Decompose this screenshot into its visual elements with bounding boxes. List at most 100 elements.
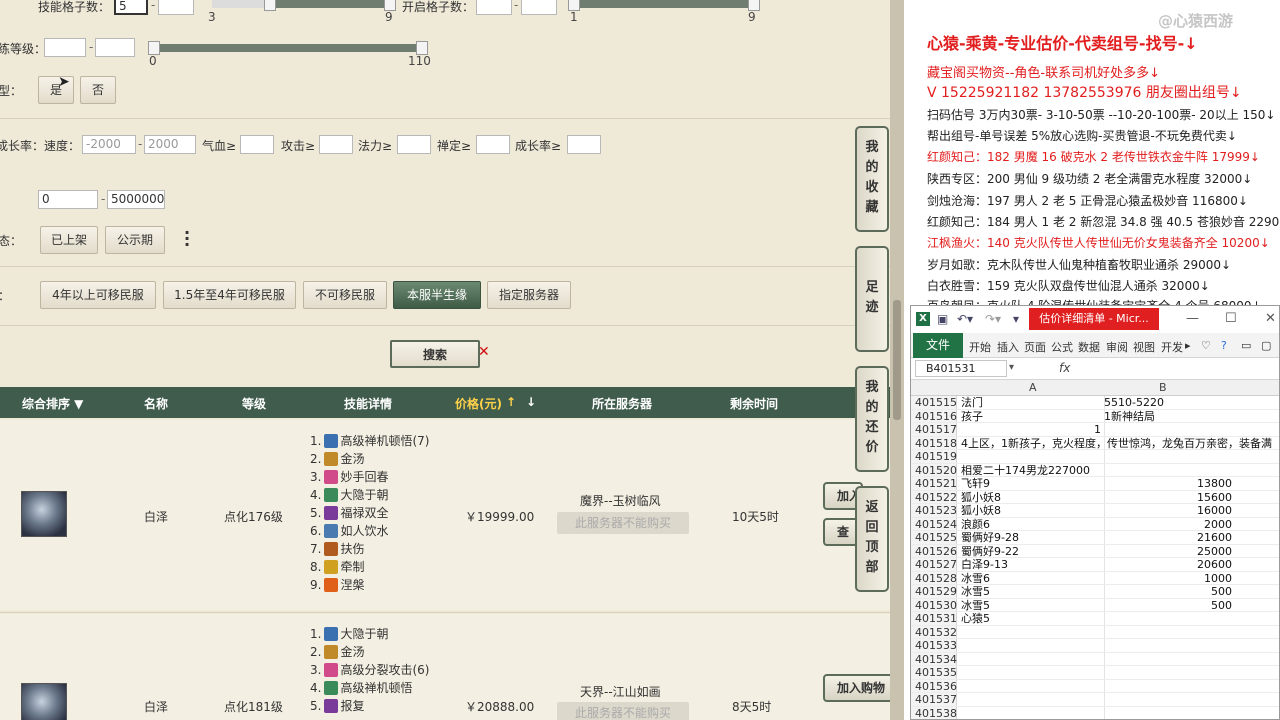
slider-handle-low[interactable] bbox=[264, 0, 276, 11]
skill-icon[interactable] bbox=[324, 699, 339, 713]
speed-min-input[interactable]: -2000 bbox=[82, 135, 136, 154]
cell-a[interactable]: 相爱二十174男龙227000 bbox=[961, 464, 1104, 477]
attack-input[interactable] bbox=[319, 135, 353, 154]
cell-a[interactable]: 浪颜6 bbox=[961, 518, 1104, 531]
skill-icon[interactable] bbox=[324, 452, 339, 466]
cell-a[interactable]: 法门 bbox=[961, 396, 1104, 409]
cell-a[interactable]: 飞轩9 bbox=[961, 477, 1104, 490]
fx-icon[interactable]: fx bbox=[1059, 361, 1070, 375]
tab-formula[interactable]: 公式 bbox=[1051, 339, 1073, 355]
cell-b[interactable]: 15600 bbox=[1104, 491, 1232, 504]
cell-a[interactable]: 蜀俩好9-22 bbox=[961, 545, 1104, 558]
skill-icon[interactable] bbox=[324, 488, 339, 502]
row-number[interactable]: 401531 bbox=[915, 612, 957, 625]
help-icon[interactable]: ? bbox=[1221, 339, 1227, 352]
row-number[interactable]: 401529 bbox=[915, 585, 957, 598]
tab-data[interactable]: 数据 bbox=[1078, 339, 1100, 355]
skill-slots-slider[interactable] bbox=[212, 0, 396, 11]
cell-b[interactable]: 1新神结局 bbox=[1104, 410, 1234, 423]
row-number[interactable]: 401534 bbox=[915, 653, 957, 666]
cell-a[interactable]: 1 bbox=[961, 423, 1101, 436]
magic-input[interactable] bbox=[397, 135, 431, 154]
hp-input[interactable] bbox=[240, 135, 274, 154]
row-number[interactable]: 401532 bbox=[915, 626, 957, 639]
skill-icon[interactable] bbox=[324, 434, 339, 448]
tab-page[interactable]: 页面 bbox=[1024, 339, 1046, 355]
server-option-this[interactable]: 本服半生缘 bbox=[393, 281, 481, 309]
open-slots-min-input[interactable] bbox=[476, 0, 512, 15]
row-number[interactable]: 401538 bbox=[915, 707, 957, 720]
name-box-dropdown-icon[interactable]: ▾ bbox=[1009, 362, 1014, 373]
save-icon[interactable]: ▣ bbox=[937, 312, 948, 326]
row-number[interactable]: 401527 bbox=[915, 558, 957, 571]
row-number[interactable]: 401530 bbox=[915, 599, 957, 612]
window-restore-icon[interactable]: ▢ bbox=[1261, 339, 1271, 352]
row-number[interactable]: 401526 bbox=[915, 545, 957, 558]
skill-icon[interactable] bbox=[324, 542, 339, 556]
tab-view[interactable]: 视图 bbox=[1133, 339, 1155, 355]
speed-max-input[interactable]: 2000 bbox=[144, 135, 196, 154]
row-number[interactable]: 401533 bbox=[915, 639, 957, 652]
tab-insert[interactable]: 插入 bbox=[997, 339, 1019, 355]
growth-rate-input[interactable] bbox=[567, 135, 601, 154]
sort-composite[interactable]: 综合排序 ▼ bbox=[22, 395, 83, 412]
row-number[interactable]: 401523 bbox=[915, 504, 957, 517]
cell-a[interactable]: 冰雪5 bbox=[961, 585, 1104, 598]
cell-b[interactable]: 21600 bbox=[1104, 531, 1232, 544]
name-box[interactable]: B401531 bbox=[915, 360, 1007, 377]
sort-down-icon[interactable]: ↓ bbox=[526, 395, 536, 409]
skill-icon[interactable] bbox=[324, 627, 339, 641]
tab-review[interactable]: 审阅 bbox=[1106, 339, 1128, 355]
level-max-input[interactable] bbox=[95, 38, 135, 57]
page-scrollbar[interactable] bbox=[890, 0, 904, 720]
row-number[interactable]: 401516 bbox=[915, 410, 957, 423]
zen-input[interactable] bbox=[476, 135, 510, 154]
cell-a[interactable]: 狐小妖8 bbox=[961, 491, 1104, 504]
avatar[interactable] bbox=[21, 491, 67, 537]
slider-handle-low[interactable] bbox=[148, 41, 160, 55]
minimize-icon[interactable]: — bbox=[1186, 311, 1199, 326]
server-option-4y[interactable]: 4年以上可移民服 bbox=[40, 281, 156, 309]
row-number[interactable]: 401535 bbox=[915, 666, 957, 679]
tab-favorites[interactable]: 我 的 收 藏 bbox=[855, 126, 889, 232]
avatar[interactable] bbox=[21, 683, 67, 720]
tab-developer[interactable]: 开发 bbox=[1161, 339, 1183, 355]
row-number[interactable]: 401517 bbox=[915, 423, 957, 436]
cell-b[interactable]: 500 bbox=[1104, 585, 1232, 598]
server-option-no-migrate[interactable]: 不可移民服 bbox=[303, 281, 387, 309]
column-a-header[interactable]: A bbox=[1029, 381, 1037, 394]
cell-b[interactable]: 500 bbox=[1104, 599, 1232, 612]
row-number[interactable]: 401528 bbox=[915, 572, 957, 585]
row-number[interactable]: 401525 bbox=[915, 531, 957, 544]
cell-b[interactable]: 5510-5220 bbox=[1104, 396, 1234, 409]
redo-icon[interactable]: ↷▾ bbox=[985, 312, 1001, 326]
skill-slots-max-input[interactable] bbox=[158, 0, 194, 15]
skill-icon[interactable] bbox=[324, 663, 339, 677]
cell-a[interactable]: 狐小妖8 bbox=[961, 504, 1104, 517]
header-price[interactable]: 价格(元) bbox=[455, 395, 502, 412]
row-number[interactable]: 401518 bbox=[915, 437, 957, 450]
cell-b[interactable]: 2000 bbox=[1104, 518, 1232, 531]
cell-a[interactable]: 心猿5 bbox=[961, 612, 1104, 625]
server-option-specified[interactable]: 指定服务器 bbox=[487, 281, 571, 309]
cell-b[interactable]: 13800 bbox=[1104, 477, 1232, 490]
maximize-icon[interactable]: ☐ bbox=[1225, 311, 1237, 326]
column-b-header[interactable]: B bbox=[1159, 381, 1167, 394]
window-min-icon[interactable]: ▭ bbox=[1241, 339, 1251, 352]
customize-icon[interactable]: ▾ bbox=[1013, 312, 1019, 326]
undo-icon[interactable]: ↶▾ bbox=[957, 312, 973, 326]
skill-icon[interactable] bbox=[324, 470, 339, 484]
cell-a[interactable]: 4上区，1新孩子，克火程度，传世惊鸿，龙兔百万亲密，装备满 bbox=[961, 437, 1272, 450]
server-option-1-5y[interactable]: 1.5年至4年可移民服 bbox=[163, 281, 296, 309]
skill-icon[interactable] bbox=[324, 681, 339, 695]
tab-history[interactable]: 足 迹 bbox=[855, 246, 889, 352]
tab-home[interactable]: 开始 bbox=[969, 339, 991, 355]
skill-icon[interactable] bbox=[324, 524, 339, 538]
price-max-input[interactable]: 5000000 bbox=[107, 190, 165, 209]
cell-b[interactable]: 1000 bbox=[1104, 572, 1232, 585]
sort-up-icon[interactable]: ↑ bbox=[506, 395, 516, 409]
level-min-input[interactable] bbox=[44, 38, 86, 57]
skill-icon[interactable] bbox=[324, 560, 339, 574]
row-number[interactable]: 401524 bbox=[915, 518, 957, 531]
row-number[interactable]: 401519 bbox=[915, 450, 957, 463]
